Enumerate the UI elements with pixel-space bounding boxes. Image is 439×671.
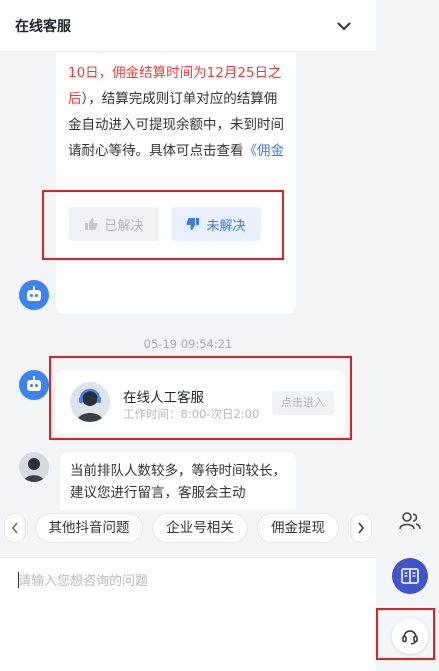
message-timestamp: 05-19 09:54:21	[143, 337, 233, 351]
human-agent-card[interactable]: 在线人工客服 工作时间：8:00-次日2:00 点击进入	[56, 370, 346, 434]
solved-button[interactable]: 已解决	[69, 207, 159, 241]
bot-avatar	[19, 370, 49, 400]
chat-header: 在线客服	[0, 0, 376, 52]
bot-avatar	[19, 280, 49, 310]
thumbs-down-icon	[186, 218, 200, 230]
chevron-down-icon[interactable]	[334, 16, 354, 36]
chat-panel: 在线客服 金额，但用户操作确认收货是12月10日，佣金结算时间为12月25日之后…	[0, 0, 376, 671]
contacts-button[interactable]	[392, 503, 428, 539]
unsolved-label: 未解决	[206, 218, 246, 234]
quick-reply-chip[interactable]: 其他抖音问题	[35, 513, 143, 543]
knowledge-base-button[interactable]	[392, 558, 428, 594]
chevron-right-icon	[358, 522, 364, 534]
robot-icon	[27, 286, 41, 301]
contacts-icon	[399, 512, 421, 530]
solved-label: 已解决	[104, 218, 144, 234]
headset-icon	[402, 630, 418, 645]
bot-message-bubble: 金额，但用户操作确认收货是12月10日，佣金结算时间为12月25日之后），结算完…	[56, 52, 296, 314]
book-icon	[401, 568, 419, 584]
agent-name: 在线人工客服	[123, 390, 204, 406]
side-rail	[376, 0, 439, 671]
quick-prev-button[interactable]	[4, 513, 26, 543]
quick-next-button[interactable]	[350, 513, 372, 543]
agent-avatar-small	[19, 452, 49, 482]
thumbs-up-icon	[85, 218, 99, 230]
text-fade	[56, 157, 296, 187]
agent-avatar	[70, 382, 110, 422]
customer-service-button[interactable]	[392, 618, 428, 654]
text-caret	[18, 572, 19, 588]
queue-message-text: 当前排队人数较多，等待时间较长，建议您进行留言，客服会主动	[70, 463, 286, 501]
agent-hours: 工作时间：8:00-次日2:00	[123, 407, 260, 421]
message-input[interactable]	[18, 570, 358, 660]
message-list[interactable]: 金额，但用户操作确认收货是12月10日，佣金结算时间为12月25日之后），结算完…	[0, 52, 376, 510]
input-area	[0, 557, 376, 671]
chevron-left-icon	[12, 522, 18, 534]
quick-replies: 其他抖音问题 企业号相关 佣金提现	[0, 505, 376, 551]
header-title: 在线客服	[15, 18, 71, 35]
quick-reply-chip[interactable]: 企业号相关	[152, 513, 248, 543]
agent-person-icon	[24, 458, 44, 482]
enter-button[interactable]: 点击进入	[272, 391, 334, 415]
quick-reply-chip[interactable]: 佣金提现	[257, 513, 339, 543]
robot-icon	[27, 376, 41, 391]
queue-message-bubble: 当前排队人数较多，等待时间较长，建议您进行留言，客服会主动	[60, 452, 296, 510]
bot-message-text: 金额，但用户操作确认收货是12月10日，佣金结算时间为12月25日之后），结算完…	[68, 52, 284, 164]
agent-headset-icon	[77, 388, 103, 422]
unsolved-button[interactable]: 未解决	[171, 207, 261, 241]
